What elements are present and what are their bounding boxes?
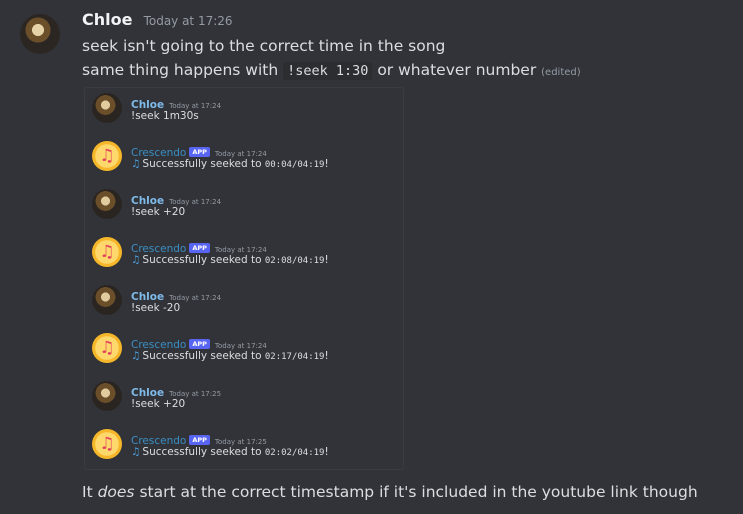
message-timestamp[interactable]: Today at 17:26 — [144, 14, 233, 28]
embedded-bot-text: ♫ Successfully seeked to 00:04/04:19! — [131, 158, 329, 170]
user-avatar — [92, 381, 122, 411]
emphasis-text: does — [97, 483, 135, 501]
user-avatar — [92, 93, 122, 123]
embedded-time: Today at 17:24 — [214, 342, 267, 350]
inline-code: !seek 1:30 — [283, 62, 373, 80]
notes-icon: ♫ — [131, 350, 141, 362]
bot-avatar: ♫ — [92, 333, 122, 363]
music-note-icon: ♫ — [99, 145, 115, 166]
message-line-3: It does start at the correct timestamp i… — [82, 483, 698, 501]
notes-icon: ♫ — [131, 158, 141, 170]
embedded-bot-message: ♫ Crescendo APP Today at 17:24 ♫ Successful… — [85, 232, 403, 280]
embedded-bot-text: ♫ Successfully seeked to 02:02/04:19! — [131, 446, 329, 458]
line3-text-before: It — [82, 483, 98, 501]
embedded-text-end: ! — [324, 446, 329, 458]
line2-text-after: or whatever number — [372, 61, 542, 79]
embedded-time: Today at 17:25 — [214, 438, 267, 446]
embedded-text: Successfully seeked to — [142, 446, 265, 458]
line3-text-after: start at the correct timestamp if it's i… — [134, 483, 698, 501]
app-badge: APP — [189, 147, 210, 157]
embedded-text: !seek +20 — [131, 206, 186, 218]
edited-label: (edited) — [541, 67, 581, 78]
embedded-time: Today at 17:24 — [169, 102, 222, 110]
embedded-message: Chloe Today at 17:24 !seek 1m30s — [85, 88, 403, 136]
line2-text-before: same thing happens with — [82, 61, 284, 79]
app-badge: APP — [189, 435, 210, 445]
app-badge: APP — [189, 339, 210, 349]
embedded-bot-message: ♫ Crescendo APP Today at 17:24 ♫ Successful… — [85, 136, 403, 184]
embedded-time: Today at 17:24 — [214, 246, 267, 254]
embedded-text: Successfully seeked to — [142, 350, 265, 362]
embedded-message: Chloe Today at 17:24 !seek -20 — [85, 280, 403, 328]
embedded-bot-text: ♫ Successfully seeked to 02:17/04:19! — [131, 350, 329, 362]
message-line-1: seek isn't going to the correct time in … — [82, 37, 446, 55]
author-name[interactable]: Chloe — [82, 10, 132, 29]
embedded-text: !seek +20 — [131, 398, 186, 410]
message-line-2: same thing happens with !seek 1:30 or wh… — [82, 61, 581, 80]
author-avatar[interactable] — [20, 14, 60, 54]
user-avatar — [92, 285, 122, 315]
embedded-message: Chloe Today at 17:25 !seek +20 — [85, 376, 403, 424]
embedded-code: 02:17/04:19 — [264, 352, 325, 362]
bot-avatar: ♫ — [92, 237, 122, 267]
embedded-code: 02:08/04:19 — [264, 256, 325, 266]
embedded-text: Successfully seeked to — [142, 254, 265, 266]
app-badge: APP — [189, 243, 210, 253]
embedded-time: Today at 17:24 — [214, 150, 267, 158]
user-avatar — [92, 189, 122, 219]
bot-avatar: ♫ — [92, 429, 122, 459]
attached-screenshot[interactable]: Chloe Today at 17:24 !seek 1m30s ♫ Cresce… — [84, 87, 404, 470]
music-note-icon: ♫ — [99, 241, 115, 262]
bot-avatar: ♫ — [92, 141, 122, 171]
embedded-time: Today at 17:25 — [169, 390, 222, 398]
embedded-bot-message: ♫ Crescendo APP Today at 17:24 ♫ Successful… — [85, 328, 403, 376]
embedded-text-end: ! — [324, 158, 329, 170]
embedded-bot-text: ♫ Successfully seeked to 02:08/04:19! — [131, 254, 329, 266]
embedded-code: 00:04/04:19 — [264, 160, 325, 170]
notes-icon: ♫ — [131, 446, 141, 458]
embedded-text: Successfully seeked to — [142, 158, 265, 170]
embedded-text-end: ! — [324, 254, 329, 266]
music-note-icon: ♫ — [99, 433, 115, 454]
embedded-message: Chloe Today at 17:24 !seek +20 — [85, 184, 403, 232]
music-note-icon: ♫ — [99, 337, 115, 358]
embedded-text: !seek 1m30s — [131, 110, 199, 122]
embedded-text: !seek -20 — [131, 302, 181, 314]
embedded-time: Today at 17:24 — [169, 198, 222, 206]
embedded-text-end: ! — [324, 350, 329, 362]
embedded-code: 02:02/04:19 — [264, 448, 325, 458]
embedded-bot-message: ♫ Crescendo APP Today at 17:25 ♫ Successful… — [85, 424, 403, 469]
embedded-time: Today at 17:24 — [169, 294, 222, 302]
message-header: Chloe Today at 17:26 — [82, 10, 233, 29]
notes-icon: ♫ — [131, 254, 141, 266]
